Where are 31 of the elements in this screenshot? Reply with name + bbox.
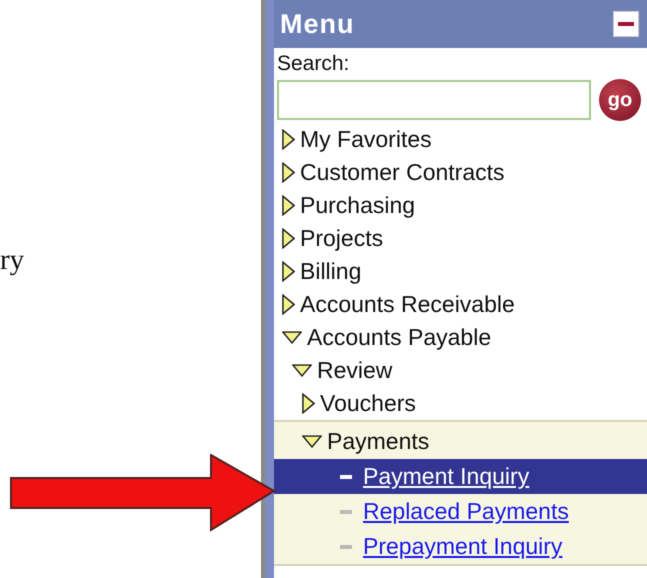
collapse-button[interactable] [613,11,639,37]
bullet-icon [340,544,352,548]
expanded-triangle-icon[interactable] [282,331,302,344]
menu-link[interactable]: Prepayment Inquiry [363,533,562,560]
collapsed-triangle-icon[interactable] [282,129,295,150]
menu-title: Menu [280,8,354,40]
menu-folder[interactable]: My Favorites [300,126,432,153]
collapsed-triangle-icon[interactable] [282,195,295,216]
go-button[interactable]: go [599,79,641,121]
menu-folder[interactable]: Payments [327,428,430,455]
menu-folder[interactable]: Purchasing [300,192,416,219]
menu-folder[interactable]: Accounts Payable [307,324,492,351]
collapsed-triangle-icon[interactable] [302,393,315,414]
menu-folder[interactable]: Projects [300,225,384,252]
bullet-icon [340,474,352,478]
menu-folder[interactable]: Review [317,357,392,384]
search-label: Search: [276,52,350,76]
bullet-icon [340,510,352,514]
search-field[interactable] [277,80,591,120]
menu-folder[interactable]: Customer Contracts [300,159,505,186]
menu-link[interactable]: Replaced Payments [363,498,569,525]
expanded-triangle-icon[interactable] [302,435,322,448]
collapsed-triangle-icon[interactable] [282,228,295,249]
collapsed-triangle-icon[interactable] [282,294,295,315]
menu-folder[interactable]: Vouchers [320,390,416,417]
collapsed-triangle-icon[interactable] [282,162,295,183]
menu-folder[interactable]: Billing [300,258,362,285]
document-text: ry [0,244,24,277]
menu-folder[interactable]: Accounts Receivable [300,291,515,318]
expanded-triangle-icon[interactable] [292,364,312,377]
collapsed-triangle-icon[interactable] [282,261,295,282]
